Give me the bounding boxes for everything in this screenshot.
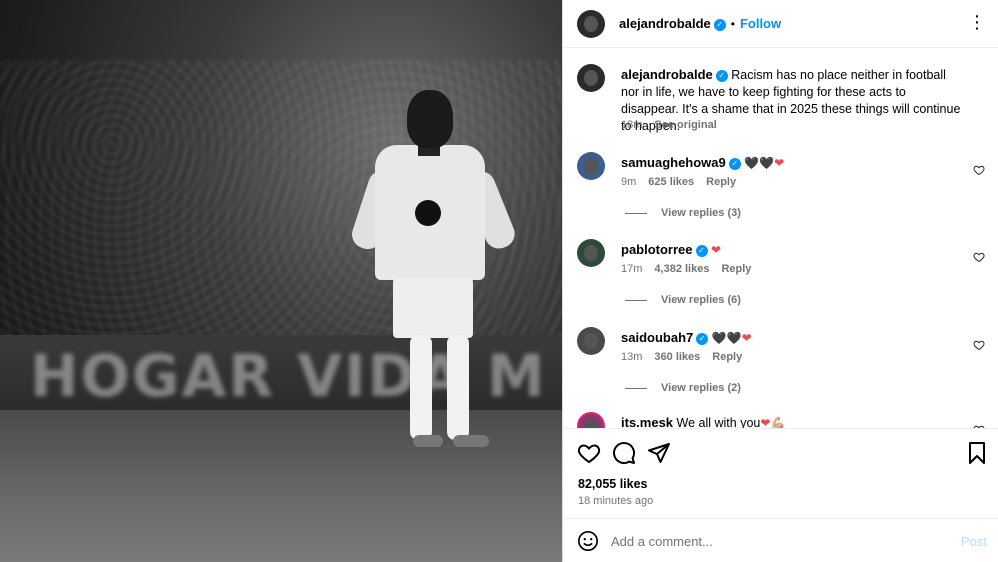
caption: alejandrobalde ✓ Racism has no place neit… [577,64,987,134]
like-comment-heart-icon[interactable] [973,164,985,176]
verified-badge-icon: ✓ [713,18,726,31]
save-bookmark-icon[interactable] [965,441,989,465]
post-actions: 82,055 likes 18 minutes ago [563,428,998,518]
comment-username[interactable]: saidoubah7 [621,330,693,345]
verified-badge-icon: ✓ [728,157,741,170]
heart-emoji-icon: ❤ [741,331,752,345]
reply-button[interactable]: Reply [706,176,736,188]
caption-username[interactable]: alejandrobalde [621,67,713,82]
comment-time: 17m [621,263,643,275]
comment-item: its.mesk We all with you❤💪🏼 [577,412,987,428]
comment-username[interactable]: samuaghehowa9 [621,155,726,170]
follow-button[interactable]: Follow [740,16,781,31]
like-comment-heart-icon[interactable] [973,251,985,263]
comment-item: pablotorree ✓ ❤ 17m 4,382 likes Reply View … [577,239,987,309]
commenter-avatar[interactable] [577,152,605,180]
heart-emoji-icon: ❤ [760,416,771,428]
comment-bubble-icon[interactable] [612,441,636,465]
reply-button[interactable]: Reply [712,351,742,363]
post-timestamp: 18 minutes ago [578,495,654,507]
like-comment-heart-icon[interactable] [973,339,985,351]
view-replies-button[interactable]: View replies (6) [625,294,741,306]
player-figure [348,90,525,455]
see-original-link[interactable]: See original [654,119,716,131]
reply-button[interactable]: Reply [721,263,751,275]
author-avatar[interactable] [577,10,605,38]
comment-emoji: 🖤🖤 [711,331,742,345]
comment-username[interactable]: pablotorree [621,242,693,257]
dot-separator: • [730,17,735,31]
more-options-icon[interactable]: ⋮ [968,14,986,32]
add-comment-bar: Post [563,518,998,562]
verified-badge-icon: ✓ [696,332,709,345]
comment-likes[interactable]: 4,382 likes [654,263,709,275]
comment-likes[interactable]: 625 likes [648,176,694,188]
view-replies-button[interactable]: View replies (2) [625,382,741,394]
comment-input[interactable] [611,529,931,553]
emoji-picker-icon[interactable] [577,530,599,552]
post-likes-count[interactable]: 82,055 likes [578,477,648,491]
verified-badge-icon: ✓ [715,69,728,82]
view-replies-button[interactable]: View replies (3) [625,207,741,219]
post-header: alejandrobalde ✓ • Follow ⋮ [563,0,998,48]
commenter-avatar[interactable] [577,327,605,355]
comment-text: We all with you [676,416,761,428]
heart-emoji-icon: ❤ [711,243,722,257]
author-avatar[interactable] [577,64,605,92]
share-send-icon[interactable] [647,441,671,465]
flexed-arm-emoji-icon: 💪🏼 [770,416,786,428]
comment-time: 13m [621,351,643,363]
commenter-avatar[interactable] [577,239,605,267]
sponsor-logo [415,200,441,226]
like-heart-icon[interactable] [577,441,601,465]
commenter-avatar[interactable] [577,412,605,428]
heart-emoji-icon: ❤ [774,156,785,170]
comment-item: saidoubah7 ✓ 🖤🖤❤ 13m 360 likes Reply View r… [577,327,987,397]
author-username[interactable]: alejandrobalde [619,16,711,31]
caption-time: 18m [621,119,643,131]
post-photo[interactable]: HOGAR VIDA M [0,0,562,562]
comment-emoji: 🖤🖤 [744,156,775,170]
comment-time: 9m [621,176,637,188]
comment-item: samuaghehowa9 ✓ 🖤🖤❤ 9m 625 likes Reply View… [577,152,987,222]
comment-likes[interactable]: 360 likes [654,351,700,363]
post-side-panel: alejandrobalde ✓ • Follow ⋮ alejandrobalde ✓… [562,0,998,562]
post-comment-button[interactable]: Post [961,534,987,549]
header-user-line: alejandrobalde ✓ • Follow [619,16,781,31]
verified-badge-icon: ✓ [695,244,708,257]
comment-username[interactable]: its.mesk [621,415,673,428]
comments-list[interactable]: alejandrobalde ✓ Racism has no place neit… [563,48,998,428]
